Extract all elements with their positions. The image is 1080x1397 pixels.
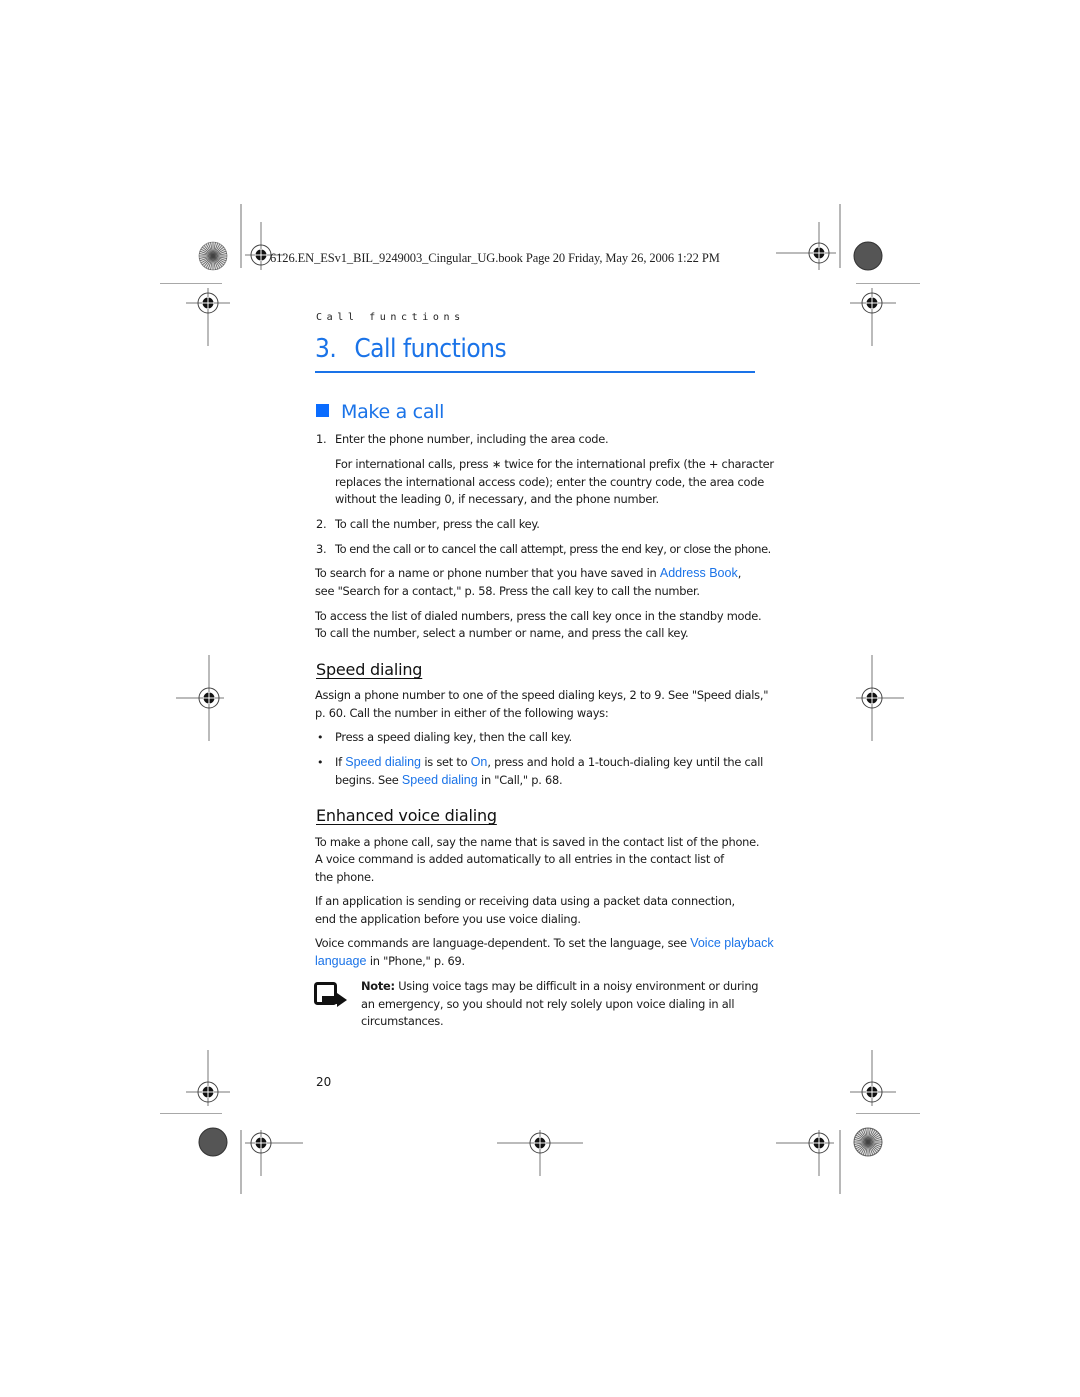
text: Using voice tags may be difficult in a n… (394, 979, 759, 993)
text: in "Call," p. 68. (477, 773, 563, 787)
intl-note-line: For international calls, press ∗ twice f… (335, 457, 774, 471)
crop-line (839, 1130, 841, 1194)
bullet-text: Press a speed dialing key, then the call… (335, 730, 572, 744)
crop-line (160, 1113, 222, 1114)
speed-intro-line: p. 60. Call the number in either of the … (315, 706, 609, 720)
crop-line (240, 1130, 242, 1194)
registration-mark-icon (776, 1130, 834, 1176)
chapter-title-text: Call functions (354, 334, 507, 364)
note-icon (314, 982, 347, 1007)
voice-para-line: end the application before you use voice… (315, 912, 581, 926)
print-slug-line: 6126.EN_ESv1_BIL_9249003_Cingular_UG.boo… (270, 251, 720, 265)
voice-para-line: To make a phone call, say the name that … (315, 835, 760, 849)
voice-para-line: A voice command is added automatically t… (315, 852, 724, 866)
text: is set to (421, 755, 471, 769)
search-paragraph-line: To search for a name or phone number tha… (315, 565, 741, 583)
voice-para-line: the phone. (315, 870, 375, 884)
step-number: 3. (316, 542, 327, 556)
crop-line (856, 283, 920, 284)
registration-mark-icon (176, 655, 224, 741)
registration-mark-icon (856, 655, 904, 741)
intl-note-line: without the leading 0, if necessary, and… (335, 492, 659, 506)
subheading-speed-dialing: Speed dialing (316, 660, 423, 679)
step-2-text: To call the number, press the call key. (335, 517, 540, 531)
registration-mark-icon (245, 1130, 303, 1176)
chapter-rule (315, 371, 755, 373)
speed-dialing-link[interactable]: Speed dialing (345, 755, 421, 769)
crop-line (240, 204, 242, 268)
bullet-icon: • (317, 731, 324, 744)
note-line: an emergency, so you should not rely sol… (361, 997, 735, 1011)
section-title: Make a call (341, 401, 445, 423)
blue-square-icon (316, 404, 329, 417)
registration-mark-icon (186, 288, 230, 346)
voice-para-line: If an application is sending or receivin… (315, 894, 735, 908)
crop-line (839, 204, 841, 268)
text: If (335, 755, 346, 769)
address-book-link[interactable]: Address Book (660, 566, 738, 580)
running-header: Call functions (316, 312, 465, 323)
registration-mark-icon (850, 288, 896, 346)
color-bar-dark-circle-icon (198, 1127, 228, 1157)
note-line: circumstances. (361, 1014, 444, 1028)
voice-playback-language-link[interactable]: Voice playback (690, 936, 773, 950)
registration-mark-icon (497, 1130, 583, 1176)
speed-intro-line: Assign a phone number to one of the spee… (315, 688, 769, 702)
voice-para-line: language in "Phone," p. 69. (315, 953, 465, 971)
search-paragraph-line: see "Search for a contact," p. 58. Press… (315, 584, 700, 598)
text: , press and hold a 1-touch-dialing key u… (487, 755, 764, 769)
voice-playback-language-link[interactable]: language (315, 954, 366, 968)
bullet-icon: • (317, 756, 324, 769)
text: , (737, 566, 742, 580)
note-line: Note: Using voice tags may be difficult … (361, 978, 759, 996)
bullet-text: If Speed dialing is set to On, press and… (335, 754, 763, 772)
on-link[interactable]: On (471, 755, 488, 769)
text: in "Phone," p. 69. (366, 954, 465, 968)
dialed-paragraph-line: To call the number, select a number or n… (315, 626, 689, 640)
step-number: 1. (316, 432, 327, 446)
text: To search for a name or phone number tha… (315, 566, 660, 580)
intl-note-line: replaces the international access code);… (335, 475, 764, 489)
text: Voice commands are language-dependent. T… (315, 936, 691, 950)
chapter-title: 3. Call functions (315, 334, 507, 364)
crop-line (160, 283, 222, 284)
speed-dialing-link[interactable]: Speed dialing (402, 773, 478, 787)
color-bar-starburst-icon (198, 241, 228, 271)
page-number: 20 (316, 1075, 332, 1089)
color-bar-dark-circle-icon (853, 241, 883, 271)
registration-mark-icon (186, 1050, 230, 1106)
list-item: 1. (316, 431, 327, 449)
text: begins. See (335, 773, 402, 787)
registration-mark-icon (850, 1050, 896, 1106)
step-number: 2. (316, 517, 327, 531)
crop-line (856, 1113, 920, 1114)
section-heading-make-a-call: Make a call (316, 401, 444, 423)
bullet-text: begins. See Speed dialing in "Call," p. … (335, 772, 563, 790)
dialed-paragraph-line: To access the list of dialed numbers, pr… (315, 609, 762, 623)
subheading-enhanced-voice-dialing: Enhanced voice dialing (316, 806, 497, 825)
color-bar-starburst-icon (853, 1127, 883, 1157)
step-1-text: Enter the phone number, including the ar… (335, 432, 609, 446)
note-label: Note: (361, 979, 395, 993)
registration-mark-icon (776, 222, 836, 270)
step-3-text: To end the call or to cancel the call at… (335, 542, 771, 556)
chapter-number: 3. (315, 334, 337, 364)
voice-para-line: Voice commands are language-dependent. T… (315, 935, 774, 953)
